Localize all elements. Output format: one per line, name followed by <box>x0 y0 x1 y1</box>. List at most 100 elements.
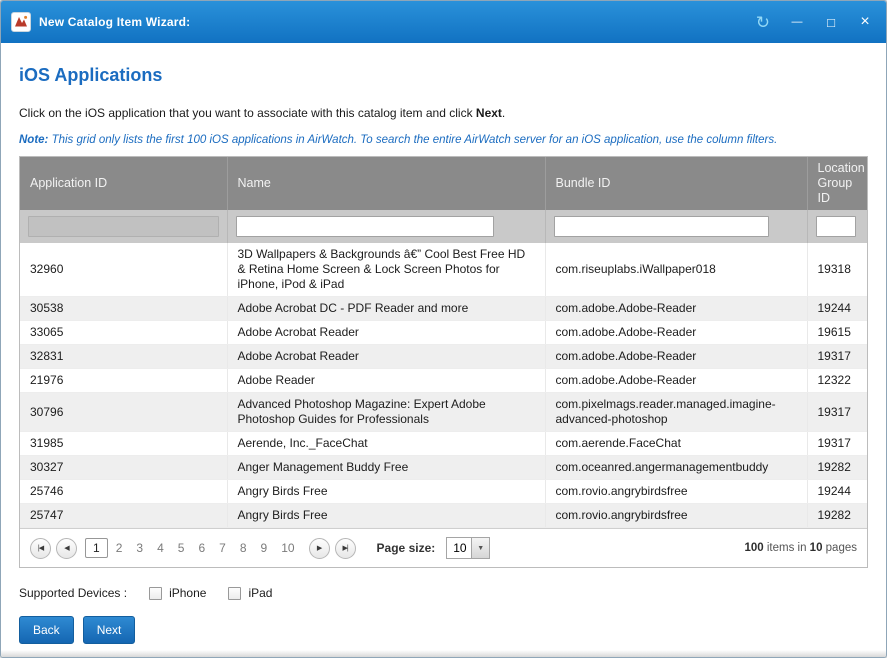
cell-location-group-id: 19244 <box>807 480 867 504</box>
cell-bundle-id: com.pixelmags.reader.managed.imagine-adv… <box>545 393 807 432</box>
page-3-button[interactable]: 3 <box>130 539 149 557</box>
last-page-button[interactable]: ▶| <box>335 538 356 559</box>
table-row[interactable]: 31985 Aerende, Inc._FaceChat com.aerende… <box>20 432 867 456</box>
filter-location-group-id-input[interactable] <box>816 216 856 237</box>
total-items-count: 100 <box>744 542 763 554</box>
cell-application-id: 30796 <box>20 393 227 432</box>
cell-application-id: 32960 <box>20 243 227 297</box>
column-header-name[interactable]: Name <box>227 157 545 210</box>
wizard-buttons: Back Next <box>19 616 868 644</box>
dropdown-arrow-icon[interactable]: ▼ <box>471 538 489 558</box>
cell-bundle-id: com.adobe.Adobe-Reader <box>545 297 807 321</box>
note-body: This grid only lists the first 100 iOS a… <box>48 134 777 146</box>
column-header-application-id[interactable]: Application ID <box>20 157 227 210</box>
prev-page-button[interactable]: ◀ <box>56 538 77 559</box>
ipad-checkbox-label: iPad <box>248 586 272 600</box>
checkbox-unchecked-icon <box>228 587 241 600</box>
page-10-button[interactable]: 10 <box>275 539 300 557</box>
ipad-checkbox[interactable]: iPad <box>228 586 272 600</box>
column-header-bundle-id[interactable]: Bundle ID <box>545 157 807 210</box>
applications-grid: Application ID Name Bundle ID Location G… <box>19 156 868 568</box>
titlebar: New Catalog Item Wizard: ↻ — □ × <box>1 1 886 43</box>
page-size-select[interactable]: 10 ▼ <box>446 537 490 559</box>
iphone-checkbox[interactable]: iPhone <box>149 586 206 600</box>
back-button[interactable]: Back <box>19 616 74 644</box>
instruction-prefix: Click on the iOS application that you wa… <box>19 106 476 120</box>
note-label: Note: <box>19 134 48 146</box>
table-header-row: Application ID Name Bundle ID Location G… <box>20 157 867 210</box>
pager: |◀ ◀ 12345678910 ▶ ▶| Page size: 10 ▼ 10… <box>20 528 867 567</box>
filter-bundle-id-input[interactable] <box>554 216 769 237</box>
cell-application-id: 30327 <box>20 456 227 480</box>
page-title: iOS Applications <box>19 65 868 86</box>
cell-bundle-id: com.adobe.Adobe-Reader <box>545 321 807 345</box>
minimize-icon[interactable]: — <box>790 17 804 28</box>
maximize-icon[interactable]: □ <box>824 16 838 29</box>
table-row[interactable]: 30327 Anger Management Buddy Free com.oc… <box>20 456 867 480</box>
table-row[interactable]: 30538 Adobe Acrobat DC - PDF Reader and … <box>20 297 867 321</box>
close-icon[interactable]: × <box>858 14 872 30</box>
wizard-content: iOS Applications Click on the iOS applic… <box>1 43 886 644</box>
cell-name: 3D Wallpapers & Backgrounds â€” Cool Bes… <box>227 243 545 297</box>
cell-name: Angry Birds Free <box>227 480 545 504</box>
cell-location-group-id: 19317 <box>807 393 867 432</box>
summary-suffix: pages <box>822 542 857 554</box>
filter-name-input[interactable] <box>236 216 494 237</box>
table-row[interactable]: 30796 Advanced Photoshop Magazine: Exper… <box>20 393 867 432</box>
cell-application-id: 32831 <box>20 345 227 369</box>
next-page-button[interactable]: ▶ <box>309 538 330 559</box>
items-summary: 100 items in 10 pages <box>744 542 857 554</box>
cell-location-group-id: 19318 <box>807 243 867 297</box>
note-text: Note: This grid only lists the first 100… <box>19 134 868 146</box>
cell-bundle-id: com.rovio.angrybirdsfree <box>545 480 807 504</box>
column-header-location-group-id[interactable]: Location Group ID <box>807 157 867 210</box>
page-4-button[interactable]: 4 <box>151 539 170 557</box>
window-title: New Catalog Item Wizard: <box>39 15 190 29</box>
cell-location-group-id: 19244 <box>807 297 867 321</box>
table-row[interactable]: 25746 Angry Birds Free com.rovio.angrybi… <box>20 480 867 504</box>
cell-bundle-id: com.adobe.Adobe-Reader <box>545 369 807 393</box>
table-row[interactable]: 25747 Angry Birds Free com.rovio.angrybi… <box>20 504 867 528</box>
cell-bundle-id: com.rovio.angrybirdsfree <box>545 504 807 528</box>
window-controls: ↻ — □ × <box>756 14 872 31</box>
page-8-button[interactable]: 8 <box>234 539 253 557</box>
page-9-button[interactable]: 9 <box>255 539 274 557</box>
cell-location-group-id: 12322 <box>807 369 867 393</box>
cell-name: Adobe Acrobat Reader <box>227 321 545 345</box>
table-row[interactable]: 32960 3D Wallpapers & Backgrounds â€” Co… <box>20 243 867 297</box>
refresh-icon[interactable]: ↻ <box>756 14 770 31</box>
page-5-button[interactable]: 5 <box>172 539 191 557</box>
cell-location-group-id: 19282 <box>807 504 867 528</box>
page-1-button[interactable]: 1 <box>85 538 108 558</box>
table-row[interactable]: 33065 Adobe Acrobat Reader com.adobe.Ado… <box>20 321 867 345</box>
cell-bundle-id: com.adobe.Adobe-Reader <box>545 345 807 369</box>
instruction-suffix: . <box>502 106 505 120</box>
checkbox-unchecked-icon <box>149 587 162 600</box>
next-button[interactable]: Next <box>83 616 136 644</box>
cell-name: Anger Management Buddy Free <box>227 456 545 480</box>
page-6-button[interactable]: 6 <box>192 539 211 557</box>
cell-location-group-id: 19615 <box>807 321 867 345</box>
page-size-label: Page size: <box>377 541 436 555</box>
instruction-text: Click on the iOS application that you wa… <box>19 106 868 120</box>
page-2-button[interactable]: 2 <box>110 539 129 557</box>
cell-application-id: 25746 <box>20 480 227 504</box>
cell-bundle-id: com.riseuplabs.iWallpaper018 <box>545 243 807 297</box>
table-row[interactable]: 21976 Adobe Reader com.adobe.Adobe-Reade… <box>20 369 867 393</box>
supported-devices-label: Supported Devices : <box>19 586 127 600</box>
supported-devices-row: Supported Devices : iPhone iPad <box>19 586 868 600</box>
cell-location-group-id: 19282 <box>807 456 867 480</box>
applications-table: Application ID Name Bundle ID Location G… <box>20 157 867 528</box>
filter-application-id-input[interactable] <box>28 216 219 237</box>
cell-location-group-id: 19317 <box>807 345 867 369</box>
first-page-button[interactable]: |◀ <box>30 538 51 559</box>
cell-name: Adobe Acrobat Reader <box>227 345 545 369</box>
wizard-window: New Catalog Item Wizard: ↻ — □ × iOS App… <box>0 0 887 658</box>
summary-mid: items in <box>764 542 810 554</box>
cell-application-id: 21976 <box>20 369 227 393</box>
iphone-checkbox-label: iPhone <box>169 586 206 600</box>
page-7-button[interactable]: 7 <box>213 539 232 557</box>
table-row[interactable]: 32831 Adobe Acrobat Reader com.adobe.Ado… <box>20 345 867 369</box>
page-number-list: 12345678910 <box>85 538 301 558</box>
cell-bundle-id: com.oceanred.angermanagementbuddy <box>545 456 807 480</box>
